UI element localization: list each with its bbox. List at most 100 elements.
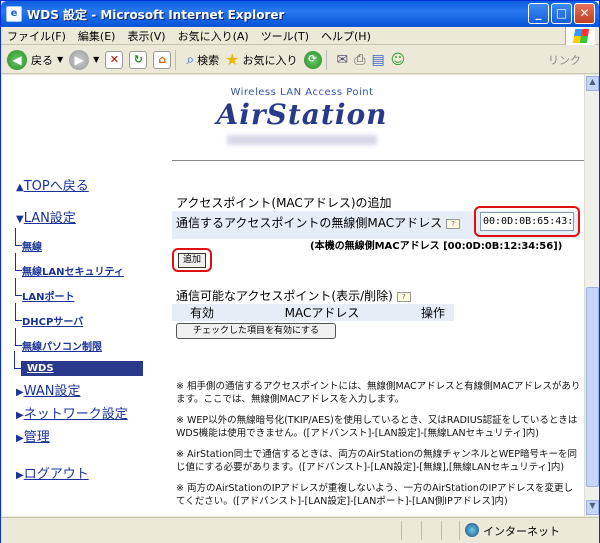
status-divider [401, 521, 402, 540]
sidebar-item-lan[interactable]: ▼LAN設定 [16, 207, 147, 226]
forward-button[interactable]: ▶ ▼ [69, 49, 100, 70]
internet-globe-icon [465, 523, 479, 537]
toolbar: ◀ 戻る ▼ ▶ ▼ ✕ ↻ ⌂ ⌕ 検索 ★ お気に入り ⟳ ✉ ⎙ ▤ ☺ [1, 46, 599, 74]
window-title: WDS 設定 - Microsoft Internet Explorer [27, 7, 285, 22]
mac-address-label-text: 通信するアクセスポイントの無線側MACアドレス [176, 216, 443, 230]
stop-icon[interactable]: ✕ [105, 50, 124, 69]
mail-icon[interactable]: ✉ [337, 52, 349, 68]
forward-arrow-icon: ▶ [69, 49, 90, 70]
toolbar-separator [175, 49, 177, 70]
status-divider [459, 521, 460, 540]
menu-view[interactable]: 表示(V) [121, 28, 171, 44]
column-header-mac: MACアドレス [284, 306, 360, 320]
sidebar-network-label[interactable]: ネットワーク設定 [24, 407, 128, 422]
back-label: 戻る [31, 53, 53, 67]
sidebar-nav: ▲TOPへ戻る ▼LAN設定 無線 無線LANセキュリティ LANポート DHC… [2, 175, 147, 482]
sidebar-top-label[interactable]: TOPへ戻る [24, 179, 89, 194]
triangle-right-icon: ▶ [16, 387, 24, 398]
menu-favorites[interactable]: お気に入り(A) [172, 28, 255, 44]
status-bar: インターネット [1, 517, 599, 543]
links-label[interactable]: リンク [548, 52, 581, 68]
title-bar: e WDS 設定 - Microsoft Internet Explorer _… [1, 1, 599, 27]
note-item: ※ WEP以外の無線暗号化(TKIP/AES)を使用しているとき、又はRADIU… [176, 415, 578, 439]
help-icon[interactable]: ? [396, 291, 411, 302]
status-divider [441, 521, 442, 540]
help-icon[interactable]: ? [446, 218, 461, 229]
triangle-right-icon: ▶ [16, 433, 24, 444]
browser-window: e WDS 設定 - Microsoft Internet Explorer _… [0, 0, 600, 543]
favorites-button[interactable]: ★ お気に入り [225, 50, 297, 69]
menu-bar: ファイル(F) 編集(E) 表示(V) お気に入り(A) ツール(T) ヘルプ(… [1, 27, 599, 45]
windows-logo-icon [565, 27, 595, 45]
favorites-label: お気に入り [242, 53, 298, 67]
note-item: ※ 相手側の通信するアクセスポイントには、無線側MACアドレスと有線側MACアド… [176, 381, 581, 405]
refresh-icon[interactable]: ↻ [129, 50, 148, 69]
note-item: ※ 両方のAirStationのIPアドレスが重複しないよう、一方のAirSta… [176, 483, 573, 507]
sidebar-wan-label[interactable]: WAN設定 [24, 384, 81, 399]
search-label: 検索 [197, 53, 220, 67]
menu-edit[interactable]: 編集(E) [72, 28, 122, 44]
highlight-oval-add-button [172, 248, 212, 272]
star-icon: ★ [225, 50, 240, 69]
sidebar-item-pc-restriction[interactable]: 無線パソコン制限 [15, 328, 147, 353]
sidebar-item-wan[interactable]: ▶WAN設定 [16, 380, 147, 399]
sidebar-item-wds[interactable]: WDS [14, 351, 143, 376]
logo-subtitle: Wireless LAN Access Point [230, 87, 374, 98]
minimize-button[interactable]: _ [528, 3, 549, 24]
section-title: アクセスポイント(MACアドレス)の追加 [176, 196, 392, 210]
sidebar-admin-label[interactable]: 管理 [24, 430, 50, 445]
column-header-action: 操作 [420, 306, 445, 320]
sidebar-item-top[interactable]: ▲TOPへ戻る [16, 175, 147, 194]
search-button[interactable]: ⌕ 検索 [186, 52, 219, 68]
scroll-up-arrow-icon[interactable]: ▲ [586, 76, 599, 91]
history-icon[interactable]: ⟳ [303, 50, 322, 69]
sidebar-item-lan-port[interactable]: LANポート [15, 278, 147, 303]
search-icon: ⌕ [186, 51, 195, 68]
airstation-logo: Wireless LAN Access Point AirStation [202, 87, 402, 145]
menu-help[interactable]: ヘルプ(H) [315, 28, 377, 44]
divider [172, 160, 584, 161]
sidebar-item-wireless-security[interactable]: 無線LANセキュリティ [15, 253, 147, 278]
home-icon[interactable]: ⌂ [153, 50, 172, 69]
sidebar-lan-label[interactable]: LAN設定 [24, 211, 76, 226]
sidebar-item-dhcp[interactable]: DHCPサーバ [15, 303, 147, 328]
triangle-right-icon: ▶ [16, 470, 24, 481]
scroll-down-arrow-icon[interactable]: ▼ [586, 500, 599, 515]
maximize-button[interactable]: □ [551, 3, 572, 24]
logo-title: AirStation [216, 98, 388, 131]
menu-file[interactable]: ファイル(F) [1, 28, 72, 44]
table-header: 有効 MACアドレス 操作 [172, 304, 454, 321]
vertical-scrollbar[interactable]: ▲ ▼ [584, 75, 599, 516]
own-mac-address: (本機の無線側MACアドレス [00:0D:0B:12:34:56]) [310, 241, 563, 252]
sidebar-item-logout[interactable]: ▶ログアウト [16, 463, 147, 482]
dropdown-arrow-icon: ▼ [57, 55, 64, 64]
messenger-icon[interactable]: ☺ [391, 52, 406, 68]
status-divider [421, 521, 422, 540]
back-arrow-icon: ◀ [7, 49, 27, 70]
close-button[interactable]: ✕ [574, 3, 595, 24]
section2-title-text: 通信可能なアクセスポイント(表示/削除) [176, 289, 393, 303]
triangle-right-icon: ▶ [16, 410, 24, 421]
sidebar-item-network[interactable]: ▶ネットワーク設定 [16, 403, 147, 422]
notes-section: ※ 相手側の通信するアクセスポイントには、無線側MACアドレスと有線側MACアド… [176, 380, 581, 516]
enable-checked-button[interactable]: チェックした項目を有効にする [176, 323, 336, 339]
edit-icon[interactable]: ▤ [371, 52, 384, 68]
sidebar-item-wireless[interactable]: 無線 [15, 228, 147, 253]
scrollbar-thumb[interactable] [586, 287, 599, 487]
back-button[interactable]: ◀ 戻る ▼ [7, 49, 64, 70]
note-item: ※ AirStation同士で通信するときは、両方のAirStationの無線チ… [176, 449, 577, 473]
sidebar-logout-label[interactable]: ログアウト [24, 467, 89, 482]
mac-address-label: 通信するアクセスポイントの無線側MACアドレス? [176, 214, 461, 231]
menu-tools[interactable]: ツール(T) [255, 28, 315, 44]
sidebar-item-admin[interactable]: ▶管理 [16, 426, 147, 445]
print-icon[interactable]: ⎙ [354, 52, 365, 68]
blurred-model-name [227, 135, 377, 145]
section2-title: 通信可能なアクセスポイント(表示/削除)? [176, 287, 411, 304]
triangle-up-icon: ▲ [16, 182, 24, 193]
highlight-oval-input [474, 206, 580, 237]
page-content: Wireless LAN Access Point AirStation ▲TO… [2, 75, 584, 516]
ie-icon: e [6, 6, 22, 22]
column-header-enabled: 有効 [189, 306, 214, 320]
dropdown-arrow-icon: ▼ [93, 55, 100, 64]
zone-label: インターネット [483, 525, 560, 538]
